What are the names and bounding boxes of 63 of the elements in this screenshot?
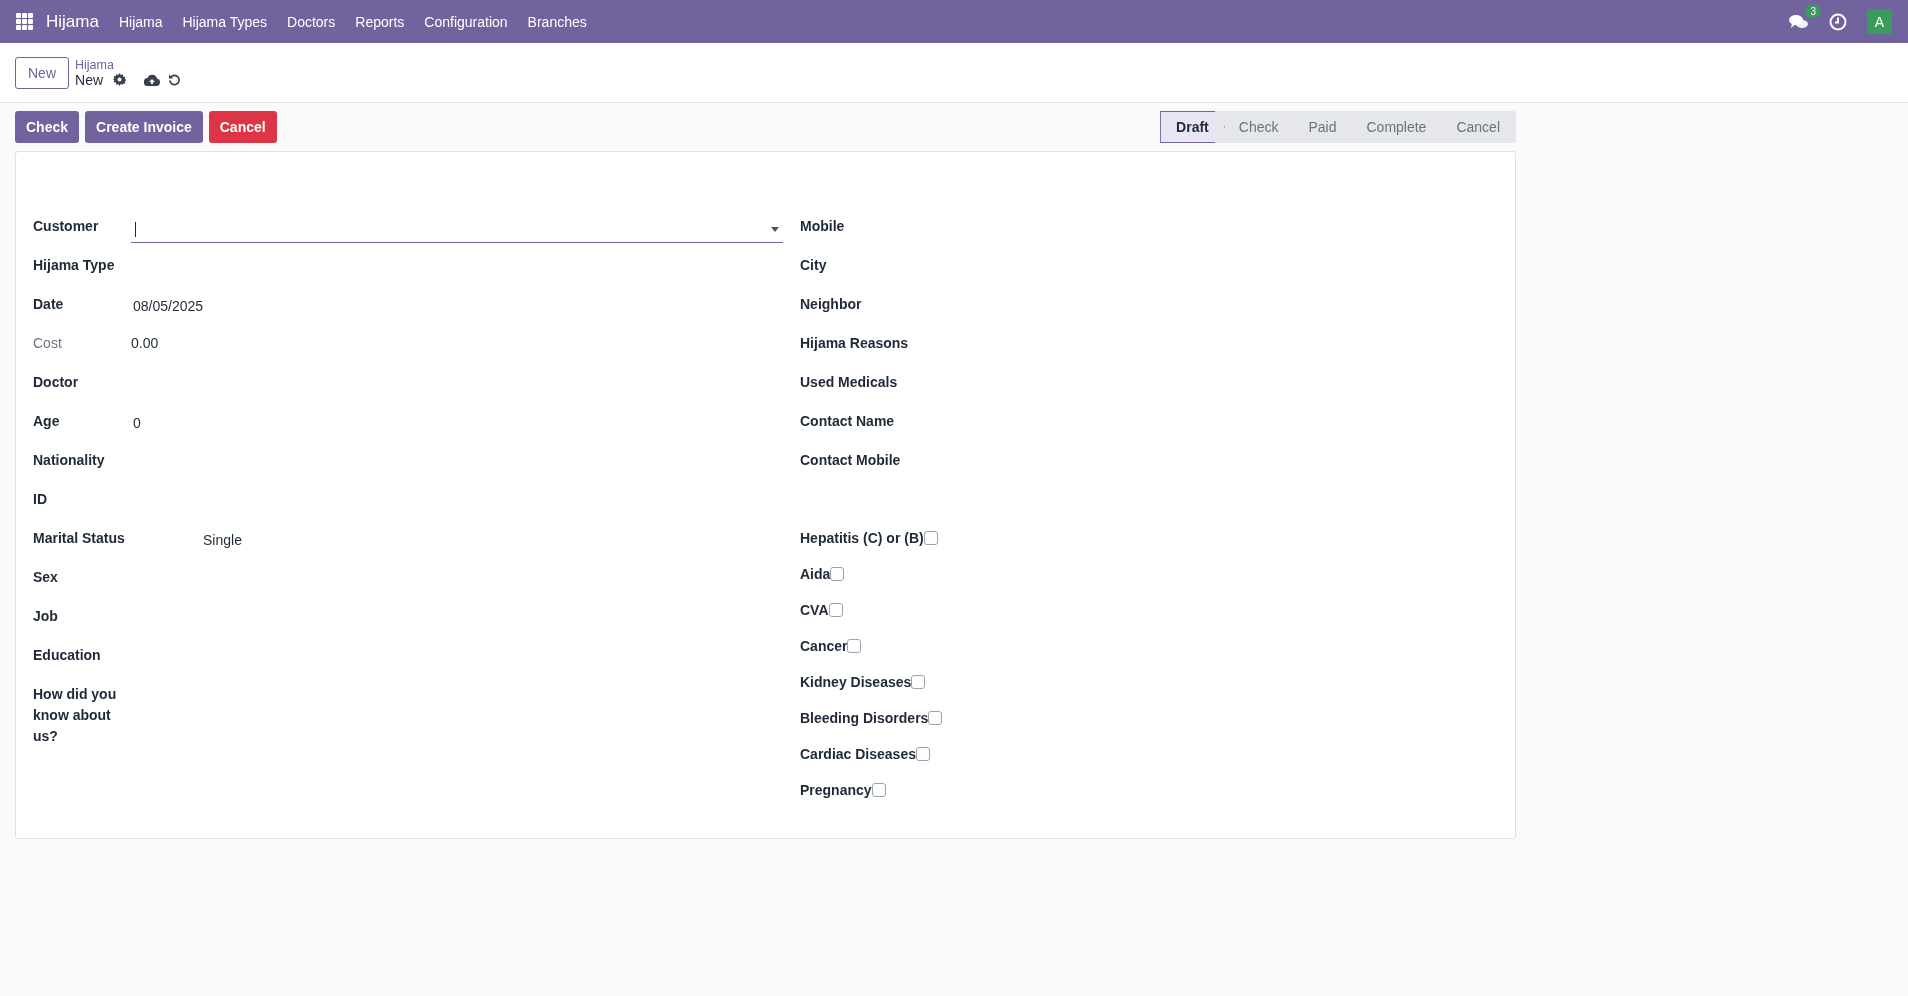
field-value[interactable]: 08/05/2025 — [131, 296, 204, 317]
field-label: Kidney Diseases — [800, 672, 912, 692]
checkbox[interactable] — [928, 711, 943, 725]
breadcrumb-link[interactable]: Hijama — [75, 57, 182, 72]
field-label: ID — [33, 490, 48, 509]
menu-item[interactable]: Reports — [355, 13, 405, 30]
gear-icon[interactable] — [113, 73, 127, 86]
field-label: Contact Name — [800, 412, 895, 431]
action-button[interactable]: Cancel — [208, 111, 277, 143]
field-label: Aida — [800, 564, 831, 584]
field-label: Cancer — [800, 636, 848, 656]
user-avatar[interactable]: A — [1867, 9, 1892, 34]
field-label: Doctor — [33, 373, 80, 392]
menu-item[interactable]: Hijama — [118, 13, 163, 30]
field-label: Sex — [33, 568, 59, 587]
field-label: Contact Mobile — [800, 451, 901, 470]
field-value[interactable]: Single — [201, 530, 242, 551]
chat-icon[interactable] — [1789, 13, 1809, 30]
field-value[interactable]: 0 — [131, 413, 141, 434]
field-label: Date — [33, 295, 65, 314]
menu-item[interactable]: Doctors — [287, 13, 336, 30]
field-label: Pregnancy — [800, 780, 872, 800]
clock-icon[interactable] — [1829, 12, 1847, 31]
caret-icon — [771, 226, 779, 232]
field-label: Cost — [33, 334, 63, 353]
field-label: Used Medicals — [800, 373, 898, 392]
field-label: Education — [33, 646, 102, 665]
field-label: How did you know about us? — [33, 685, 118, 746]
record-name: New — [75, 71, 104, 88]
message-count-badge: 3 — [1805, 4, 1821, 18]
field-label: Hepatitis (C) or (B) — [800, 528, 924, 548]
field-label: Bleeding Disorders — [800, 708, 929, 728]
menu-item[interactable]: Hijama Types — [182, 13, 268, 30]
field-label: Age — [33, 412, 61, 431]
cloud-upload-icon[interactable] — [144, 73, 161, 86]
menu-item[interactable]: Configuration — [424, 13, 508, 30]
undo-icon[interactable] — [168, 73, 182, 86]
field-label: Nationality — [33, 451, 106, 470]
checkbox[interactable] — [911, 675, 926, 689]
field-label: Mobile — [800, 217, 845, 236]
action-button[interactable]: Create Invoice — [85, 111, 203, 143]
field-label: Hijama Reasons — [800, 334, 909, 353]
field-label: CVA — [800, 600, 829, 620]
field-value: 0.00 — [131, 334, 159, 353]
checkbox[interactable] — [830, 567, 845, 581]
field-label: Cardiac Diseases — [800, 744, 916, 764]
menu-item[interactable]: Branches — [527, 13, 587, 30]
field-label: Hijama Type — [33, 256, 116, 275]
checkbox[interactable] — [847, 639, 862, 653]
checkbox[interactable] — [923, 531, 938, 545]
app-name[interactable]: Hijama — [46, 11, 99, 32]
field-label: Marital Status — [33, 529, 126, 548]
new-button[interactable]: New — [15, 56, 69, 89]
field-label: Customer — [33, 217, 100, 236]
field-label: City — [800, 256, 827, 275]
app-grid-icon[interactable] — [16, 12, 34, 31]
action-button[interactable]: Check — [15, 111, 80, 143]
checkbox[interactable] — [915, 747, 930, 761]
field-label: Job — [33, 607, 59, 626]
checkbox[interactable] — [871, 783, 886, 797]
status-step[interactable]: Draft — [1160, 111, 1225, 143]
field-label: Neighbor — [800, 295, 862, 314]
checkbox[interactable] — [828, 603, 843, 617]
